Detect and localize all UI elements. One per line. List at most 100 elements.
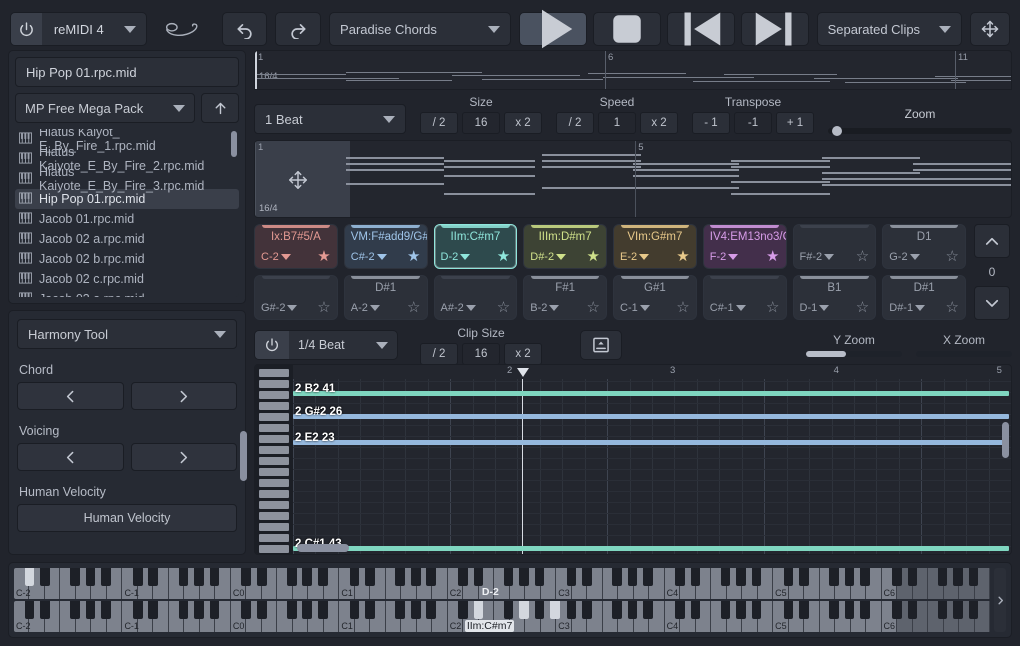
black-key[interactable]: [504, 601, 514, 619]
chord-pad[interactable]: D#1D#-1☆: [882, 275, 966, 320]
piano-roll-key[interactable]: [259, 402, 289, 410]
chord-pad[interactable]: IIIm:D#m7D#-2★: [523, 224, 607, 269]
chevron-down-icon[interactable]: [736, 305, 746, 311]
size-multiply-button[interactable]: x 2: [504, 112, 542, 134]
midi-note[interactable]: [293, 414, 1009, 419]
piano-roll-ruler[interactable]: 2345: [293, 365, 1011, 379]
pad-favorite-star-icon[interactable]: ☆: [587, 300, 600, 315]
black-key[interactable]: [535, 601, 545, 619]
pad-favorite-star-icon[interactable]: ☆: [856, 300, 869, 315]
black-key[interactable]: [799, 601, 809, 619]
black-key[interactable]: [845, 601, 855, 619]
speed-divide-button[interactable]: / 2: [556, 112, 594, 134]
black-key[interactable]: [148, 601, 158, 619]
black-key[interactable]: [40, 601, 50, 619]
clip-preview[interactable]: 16/4 15: [254, 140, 1012, 218]
chord-pad[interactable]: F#1B-2☆: [523, 275, 607, 320]
pad-favorite-star-icon[interactable]: ★: [587, 249, 600, 264]
black-key[interactable]: [643, 601, 653, 619]
black-key[interactable]: [411, 568, 421, 586]
redo-button[interactable]: [275, 12, 321, 46]
next-button[interactable]: [741, 12, 809, 46]
chevron-down-icon[interactable]: [556, 254, 566, 260]
pack-dropdown[interactable]: MP Free Mega Pack: [15, 93, 195, 123]
black-key[interactable]: [426, 601, 436, 619]
chevron-down-icon[interactable]: [370, 305, 380, 311]
chord-prev-button[interactable]: [17, 382, 124, 410]
black-key[interactable]: [953, 568, 963, 586]
chord-pad[interactable]: D1G-2☆: [882, 224, 966, 269]
chord-pad[interactable]: B1D-1☆: [793, 275, 877, 320]
chord-pad[interactable]: A#-2☆: [434, 275, 518, 320]
chevron-down-icon[interactable]: [824, 254, 834, 260]
highlighted-key[interactable]: [25, 568, 35, 586]
black-key[interactable]: [210, 568, 220, 586]
black-key[interactable]: [736, 601, 746, 619]
black-key[interactable]: [350, 601, 360, 619]
playhead-marker-icon[interactable]: [517, 366, 529, 380]
black-key[interactable]: [318, 568, 328, 586]
black-key[interactable]: [582, 601, 592, 619]
chord-pad[interactable]: IIm:C#m7D-2★: [434, 224, 518, 269]
black-key[interactable]: [628, 568, 638, 586]
pad-octave-up-button[interactable]: [974, 224, 1010, 258]
piano-roll-key[interactable]: [259, 457, 289, 465]
keyboard-row-upper[interactable]: C-2C-1C0C1C2C3C4C5C6D-2: [14, 568, 990, 599]
list-item[interactable]: Jacob 02 a.rpc.mid: [15, 229, 239, 249]
black-key[interactable]: [691, 568, 701, 586]
pad-favorite-star-icon[interactable]: ☆: [676, 300, 689, 315]
piano-roll-key[interactable]: [259, 479, 289, 487]
chevron-down-icon[interactable]: [910, 254, 920, 260]
black-key[interactable]: [133, 601, 143, 619]
black-key[interactable]: [567, 568, 577, 586]
play-button[interactable]: [519, 12, 587, 46]
playhead[interactable]: [522, 379, 523, 554]
black-key[interactable]: [582, 568, 592, 586]
black-key[interactable]: [70, 601, 80, 619]
list-item[interactable]: Jacob 02 b.rpc.mid: [15, 249, 239, 269]
piano-roll-key[interactable]: [259, 468, 289, 476]
piano-roll-key[interactable]: [259, 435, 289, 443]
list-item[interactable]: Hiatus Kaiyote_E_By_Fire_3.rpc.mid: [15, 169, 239, 189]
black-key[interactable]: [504, 568, 514, 586]
black-key[interactable]: [365, 601, 375, 619]
chord-pad[interactable]: IV4:EM13no3/C#F-2★: [703, 224, 787, 269]
keyboard-scroll-right[interactable]: [994, 568, 1006, 632]
prev-button[interactable]: [667, 12, 735, 46]
black-key[interactable]: [133, 568, 143, 586]
piano-roll-grid[interactable]: 2345 2 B2 412 G#2 262 E2 232 C#1 43: [293, 365, 1011, 554]
black-key[interactable]: [829, 601, 839, 619]
chevron-down-icon[interactable]: [640, 305, 650, 311]
black-key[interactable]: [752, 568, 762, 586]
black-key[interactable]: [675, 601, 685, 619]
black-key[interactable]: [257, 601, 267, 619]
chord-pad[interactable]: VM:F#add9/G#C#-2★: [344, 224, 428, 269]
export-button[interactable]: [580, 330, 622, 360]
pad-favorite-star-icon[interactable]: ★: [676, 249, 689, 264]
black-key[interactable]: [938, 601, 948, 619]
black-key[interactable]: [612, 601, 622, 619]
black-key[interactable]: [148, 568, 158, 586]
list-item[interactable]: Jacob 02 c.rpc.mid: [15, 269, 239, 289]
piano-roll-key[interactable]: [259, 490, 289, 498]
black-key[interactable]: [426, 568, 436, 586]
black-key[interactable]: [691, 601, 701, 619]
black-key[interactable]: [612, 568, 622, 586]
pad-octave-down-button[interactable]: [974, 286, 1010, 320]
black-key[interactable]: [908, 601, 918, 619]
piano-roll-key[interactable]: [259, 534, 289, 542]
chevron-down-icon[interactable]: [819, 305, 829, 311]
pad-favorite-star-icon[interactable]: ☆: [317, 300, 330, 315]
stop-button[interactable]: [593, 12, 661, 46]
chevron-down-icon[interactable]: [915, 305, 925, 311]
piano-roll-key[interactable]: [259, 424, 289, 432]
highlighted-key[interactable]: [519, 601, 529, 619]
black-key[interactable]: [535, 568, 545, 586]
piano-roll-key[interactable]: [259, 380, 289, 388]
piano-roll-key[interactable]: [259, 391, 289, 399]
chevron-down-icon[interactable]: [460, 254, 470, 260]
pad-favorite-star-icon[interactable]: ☆: [766, 300, 779, 315]
chevron-down-icon[interactable]: [639, 254, 649, 260]
pad-favorite-star-icon[interactable]: ☆: [946, 300, 959, 315]
black-key[interactable]: [892, 568, 902, 586]
